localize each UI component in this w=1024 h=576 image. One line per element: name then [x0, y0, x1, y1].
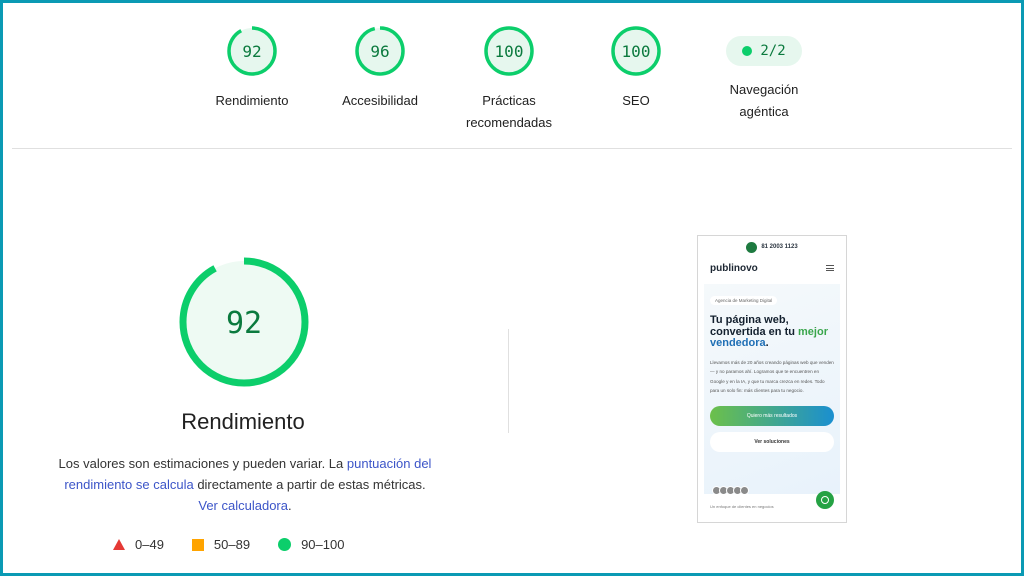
category-description: Los valores son estimaciones y pueden va… — [55, 453, 435, 516]
gauge-label: SEO — [622, 93, 650, 108]
legend-item-pass: 90–100 — [278, 537, 344, 552]
screenshot-headline: Tu página web, convertida en tu mejor ve… — [710, 314, 828, 349]
gauge-score: 100 — [495, 42, 524, 61]
gauge-ring: 96 — [355, 26, 405, 76]
gauge-score: 92 — [242, 42, 261, 61]
screenshot-primary-button: Quiero más resultados — [710, 405, 834, 426]
screenshot-phone: 81 2003 1123 — [761, 244, 798, 250]
calculator-link[interactable]: Ver calculadora — [198, 498, 288, 513]
screenshot-topbar: 81 2003 1123 — [698, 236, 846, 258]
lighthouse-report: 92 Rendimiento 96 Accesibilidad 100 Prác… — [3, 3, 1021, 573]
final-screenshot[interactable]: 81 2003 1123 publinovo Agencia de Market… — [697, 235, 847, 523]
big-gauge-score: 92 — [226, 306, 262, 341]
desc-text: Los valores son estimaciones y pueden va… — [58, 456, 347, 471]
gauge-accessibility[interactable]: 96 Accesibilidad — [320, 25, 440, 112]
whatsapp-icon — [746, 241, 758, 253]
performance-big-gauge: 92 — [179, 257, 309, 387]
legend-range: 0–49 — [135, 537, 164, 552]
screenshot-hero: Agencia de Marketing Digital Tu página w… — [704, 284, 840, 494]
gauge-label: Prácticas recomendadas — [466, 93, 552, 130]
gauge-label: Accesibilidad — [342, 93, 418, 108]
legend-range: 90–100 — [301, 537, 345, 552]
desc-text: directamente a partir de estas métricas. — [193, 477, 426, 492]
score-gauges: 92 Rendimiento 96 Accesibilidad 100 Prác… — [3, 3, 1021, 151]
agentic-badge: 2/2 — [726, 36, 802, 66]
gauge-performance[interactable]: 92 Rendimiento — [192, 25, 312, 112]
screenshot-logo: publinovo — [710, 262, 758, 274]
screenshot-avatars — [712, 486, 749, 495]
agentic-value: 2/2 — [760, 43, 786, 59]
gauge-label: Rendimiento — [215, 93, 289, 108]
triangle-icon — [113, 539, 125, 550]
screenshot-chip: Agencia de Marketing Digital — [710, 296, 778, 305]
gauge-agentic-navigation[interactable]: 2/2 Navegación agéntica — [704, 25, 824, 123]
legend-range: 50–89 — [213, 537, 251, 552]
score-legend: 0–49 50–89 90–100 — [113, 537, 372, 552]
pass-dot-icon — [742, 46, 753, 56]
gauge-ring: 92 — [227, 26, 277, 76]
gauge-label: Navegación agéntica — [729, 82, 799, 119]
circle-icon — [278, 538, 292, 551]
desc-text: . — [288, 498, 292, 513]
gauge-score: 100 — [622, 42, 651, 61]
legend-item-average: 50–89 — [191, 537, 251, 552]
gauge-ring: 100 — [484, 26, 534, 76]
screenshot-footer: Un enfoque de clientes en negocios — [710, 504, 774, 509]
gauge-ring: 100 — [611, 26, 661, 76]
avatar-icon — [740, 486, 749, 495]
gauge-seo[interactable]: 100 SEO — [576, 25, 696, 112]
screenshot-secondary-button: Ver soluciones — [710, 431, 834, 452]
hamburger-menu-icon — [826, 265, 834, 271]
screenshot-paragraph: Llevamos más de 20 años creando páginas … — [710, 359, 834, 394]
gauge-score: 96 — [370, 42, 389, 61]
legend-item-fail: 0–49 — [113, 537, 164, 552]
whatsapp-float-icon — [816, 491, 834, 509]
vertical-divider — [508, 329, 509, 433]
category-title: Rendimiento — [181, 409, 305, 434]
divider — [12, 148, 1012, 149]
screenshot-nav: publinovo — [698, 258, 846, 278]
square-icon — [191, 538, 204, 551]
gauge-best-practices[interactable]: 100 Prácticas recomendadas — [449, 25, 569, 134]
